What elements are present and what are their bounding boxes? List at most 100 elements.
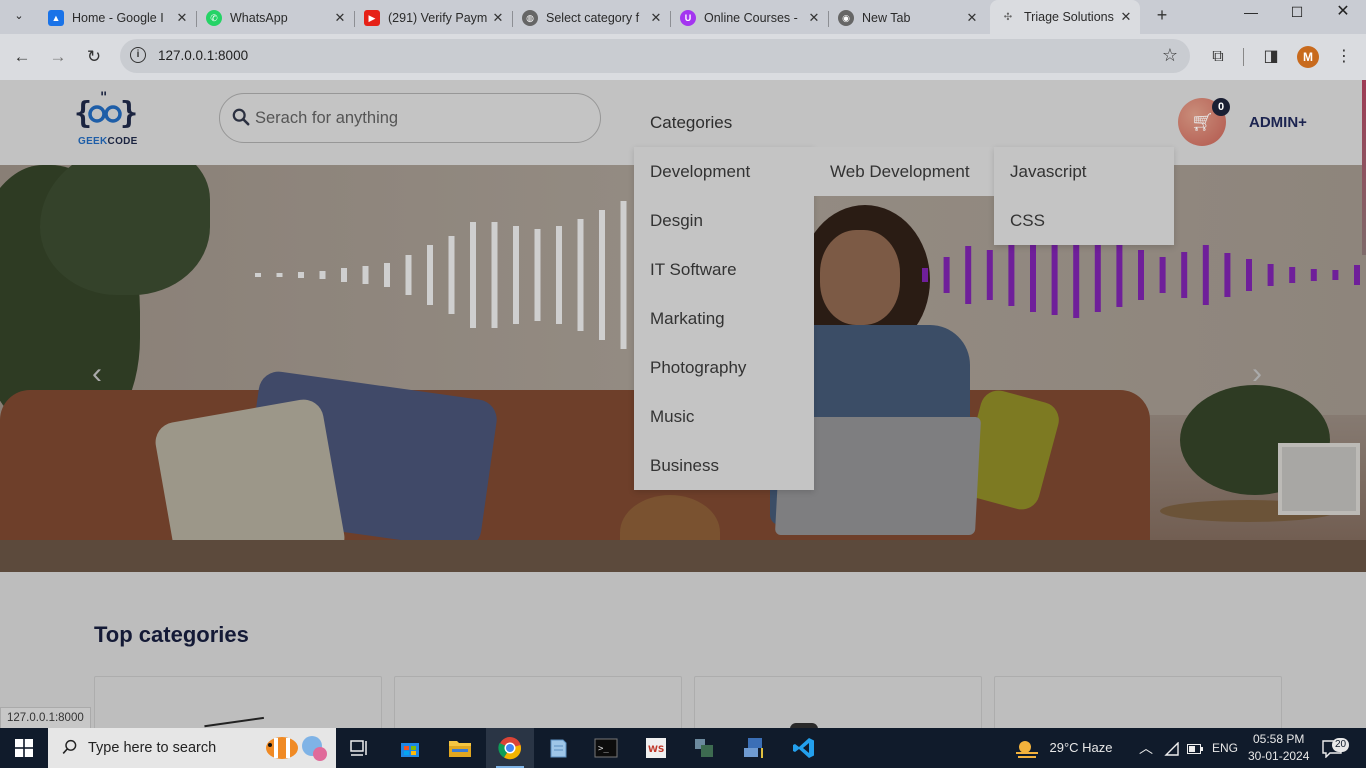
close-icon[interactable]: ✕ <box>964 10 980 26</box>
category-business[interactable]: Business <box>634 441 814 490</box>
close-window-button[interactable]: ✕ <box>1320 0 1366 26</box>
network-app[interactable] <box>730 728 778 768</box>
notes-app[interactable] <box>534 728 582 768</box>
tab-youtube[interactable]: ▶ (291) Verify Paym ✕ <box>354 4 513 32</box>
search-placeholder: Serach for anything <box>255 109 399 127</box>
language-indicator[interactable]: ENG <box>1212 728 1238 768</box>
new-tab-button[interactable]: + <box>1150 4 1174 28</box>
task-view-button[interactable] <box>336 728 384 768</box>
topic-javascript[interactable]: Javascript <box>994 147 1174 196</box>
waveform-bar <box>965 246 972 304</box>
category-development[interactable]: Development <box>634 147 814 196</box>
waveform-bar <box>534 229 541 321</box>
admin-link[interactable]: ADMIN+ <box>1249 114 1307 131</box>
extensions-icon[interactable]: ⧉ <box>1207 46 1229 68</box>
terminal-icon: >_ <box>594 738 618 758</box>
notebook-icon <box>550 739 567 758</box>
forward-button[interactable]: → <box>45 44 71 70</box>
weather-text: 29°C Haze <box>1049 740 1113 755</box>
tab-new-tab[interactable]: ◉ New Tab ✕ <box>828 4 986 32</box>
category-marketing[interactable]: Markating <box>634 294 814 343</box>
waveform-bar <box>1289 267 1296 283</box>
maximize-button[interactable]: ☐ <box>1274 0 1320 26</box>
category-card[interactable] <box>994 676 1282 728</box>
category-it-software[interactable]: IT Software <box>634 245 814 294</box>
categories-menu-trigger[interactable]: Categories <box>650 113 732 133</box>
weather-widget[interactable]: 29°C Haze <box>1014 728 1113 768</box>
task-view-icon <box>350 740 367 756</box>
close-icon[interactable]: ✕ <box>1118 9 1134 25</box>
wps-icon: WS <box>646 738 666 758</box>
waveform-bar <box>1310 269 1317 281</box>
search-icon <box>232 108 250 126</box>
tab-search-button[interactable]: ⌄ <box>8 4 30 26</box>
category-card[interactable] <box>694 676 982 728</box>
waveform-bar <box>1138 250 1144 300</box>
file-explorer-app[interactable] <box>436 728 484 768</box>
windows-logo-icon <box>15 739 33 757</box>
terminal-app[interactable]: >_ <box>582 728 630 768</box>
side-panel-icon[interactable]: ◨ <box>1260 46 1282 68</box>
tab-title: (291) Verify Paym <box>388 11 488 25</box>
reload-button[interactable]: ↻ <box>81 44 107 70</box>
cart-button[interactable]: 🛒︎ 0 <box>1178 98 1230 146</box>
microsoft-store-app[interactable] <box>386 728 434 768</box>
category-design[interactable]: Desgin <box>634 196 814 245</box>
topic-css[interactable]: CSS <box>994 196 1174 245</box>
notification-center[interactable]: 20 <box>1322 728 1350 768</box>
waveform-bar <box>513 226 519 324</box>
browser-menu-icon[interactable]: ⋮ <box>1333 46 1355 68</box>
waveform-bar <box>1202 245 1209 305</box>
windows-taskbar: Type here to search >_ WS 29°C Haze ︿ EN… <box>0 728 1366 768</box>
vscode-app[interactable] <box>780 728 828 768</box>
categories-dropdown: Development Desgin IT Software Markating… <box>634 147 814 490</box>
category-photography[interactable]: Photography <box>634 343 814 392</box>
category-card[interactable] <box>394 676 682 728</box>
close-icon[interactable]: ✕ <box>648 10 664 26</box>
subcategory-web-development[interactable]: Web Development <box>814 147 994 196</box>
waveform-bar <box>319 271 326 279</box>
close-icon[interactable]: ✕ <box>490 10 506 26</box>
close-icon[interactable]: ✕ <box>806 10 822 26</box>
subcategory-dropdown: Web Development <box>814 147 994 196</box>
taskbar-search-box[interactable]: Type here to search <box>48 728 336 768</box>
waveform-bar <box>943 257 950 293</box>
geekcode-logo[interactable]: { " } GEEKCODE <box>74 90 142 160</box>
page-scrollbar[interactable] <box>1362 80 1366 255</box>
tab-online-courses[interactable]: U Online Courses - ✕ <box>670 4 829 32</box>
close-icon[interactable]: ✕ <box>174 10 190 26</box>
cart-count-badge: 0 <box>1212 98 1230 116</box>
tab-title: New Tab <box>862 11 911 25</box>
show-hidden-icons-icon[interactable]: ︿ <box>1139 728 1153 768</box>
svg-text:}: } <box>120 96 138 131</box>
wifi-icon[interactable] <box>1164 728 1180 768</box>
carousel-prev-icon[interactable]: ‹ <box>92 357 102 391</box>
bookmark-star-icon[interactable]: ☆ <box>1162 45 1178 66</box>
svg-text:WS: WS <box>648 745 664 755</box>
site-info-icon[interactable]: i <box>130 47 146 63</box>
address-bar[interactable]: i 127.0.0.1:8000 ☆ <box>120 39 1190 73</box>
battery-icon[interactable] <box>1187 728 1203 768</box>
category-card[interactable] <box>94 676 382 728</box>
waveform-bar <box>1224 253 1231 297</box>
start-button[interactable] <box>0 728 48 768</box>
waveform-bar <box>1008 244 1015 306</box>
close-icon[interactable]: ✕ <box>332 10 348 26</box>
waveform-bar <box>1246 259 1252 291</box>
tab-triage-solutions[interactable]: ✣ Triage Solutions ✕ <box>990 0 1140 34</box>
profile-avatar[interactable]: M <box>1297 46 1319 68</box>
waveform-bar <box>405 255 412 295</box>
category-music[interactable]: Music <box>634 392 814 441</box>
carousel-next-icon[interactable]: › <box>1252 357 1262 391</box>
tab-home-google[interactable]: ▲ Home - Google I ✕ <box>38 4 197 32</box>
waveform-bar <box>427 245 433 305</box>
tab-whatsapp[interactable]: ✆ WhatsApp ✕ <box>196 4 355 32</box>
tab-select-category[interactable]: ◍ Select category f ✕ <box>512 4 671 32</box>
wps-app[interactable]: WS <box>632 728 680 768</box>
minimize-button[interactable]: — <box>1228 0 1274 26</box>
chrome-app[interactable] <box>486 728 534 768</box>
clock[interactable]: 05:58 PM 30-01-2024 <box>1248 732 1309 768</box>
database-app[interactable] <box>680 728 728 768</box>
site-search-input[interactable]: Serach for anything <box>219 93 601 143</box>
back-button[interactable]: ← <box>9 44 35 70</box>
